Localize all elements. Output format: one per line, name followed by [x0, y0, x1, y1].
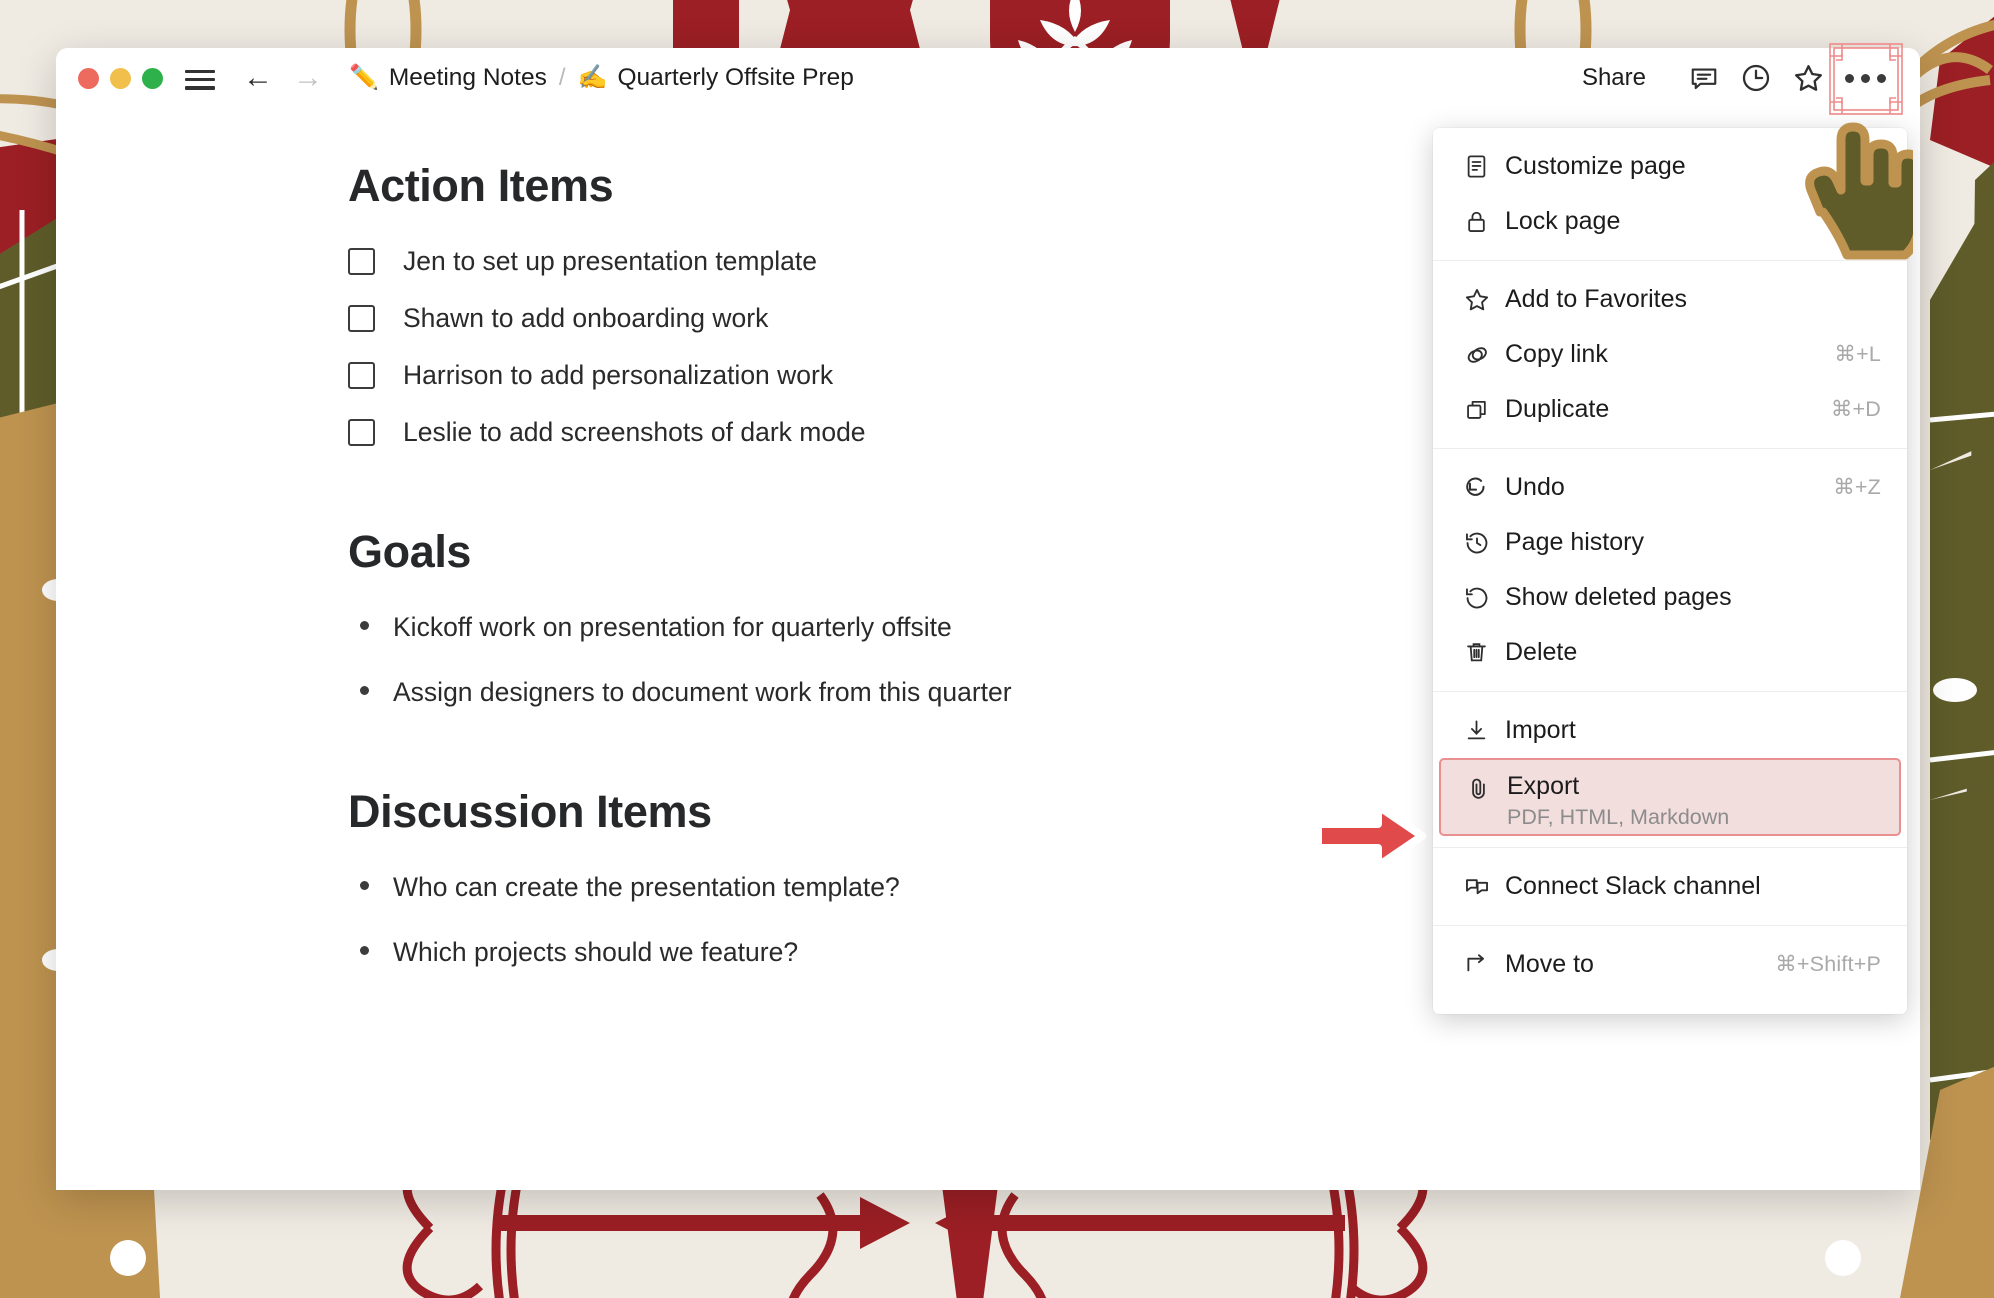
menu-item-label: Move to	[1505, 950, 1594, 978]
menu-item-label: Add to Favorites	[1505, 285, 1688, 313]
bullet-icon	[360, 621, 369, 630]
checklist-label: Harrison to add personalization work	[403, 360, 834, 390]
bullet-icon	[360, 946, 369, 955]
link-icon	[1463, 341, 1505, 369]
checkbox[interactable]	[348, 248, 375, 275]
breadcrumb-item-parent[interactable]: ✏️ Meeting Notes	[349, 64, 547, 92]
star-icon	[1463, 286, 1505, 314]
page-icon	[1463, 153, 1505, 180]
menu-item-label: Lock page	[1505, 207, 1621, 235]
lock-icon	[1463, 208, 1505, 235]
menu-item-shortcut: ⌘+Shift+P	[1775, 952, 1881, 976]
breadcrumb-separator: /	[558, 64, 566, 91]
band-dot	[1933, 678, 1977, 702]
menu-item-show-deleted-pages[interactable]: Show deleted pages	[1433, 570, 1907, 625]
breadcrumb-item-current[interactable]: ✍️ Quarterly Offsite Prep	[578, 64, 854, 92]
checkbox[interactable]	[348, 362, 375, 389]
menu-item-shortcut: ⌘+Z	[1833, 475, 1881, 499]
restore-icon	[1463, 584, 1505, 612]
paperclip-icon	[1465, 772, 1507, 802]
nav-forward-icon[interactable]: →	[287, 63, 329, 93]
menu-divider	[1433, 925, 1907, 926]
list-item-label: Which projects should we feature?	[393, 937, 799, 967]
menu-item-import[interactable]: Import	[1433, 703, 1907, 758]
checkbox[interactable]	[348, 305, 375, 332]
sidebar-toggle-icon[interactable]	[185, 65, 215, 91]
checkbox[interactable]	[348, 419, 375, 446]
star-icon[interactable]	[1782, 55, 1834, 101]
menu-divider	[1433, 691, 1907, 692]
share-button[interactable]: Share	[1568, 58, 1660, 98]
writing-hand-icon: ✍️	[577, 64, 608, 91]
list-item-label: Who can create the presentation template…	[393, 872, 900, 902]
menu-item-lock-page[interactable]: Lock page	[1433, 194, 1907, 249]
menu-divider	[1433, 448, 1907, 449]
menu-item-label: Show deleted pages	[1505, 583, 1732, 611]
menu-item-move-to[interactable]: Move to ⌘+Shift+P	[1433, 937, 1907, 992]
menu-item-label: Export	[1507, 772, 1580, 800]
close-button[interactable]	[78, 67, 99, 89]
import-icon	[1463, 717, 1505, 744]
band-dot	[110, 1240, 146, 1276]
slack-icon	[1463, 873, 1505, 901]
breadcrumb: ✏️ Meeting Notes / ✍️ Quarterly Offsite …	[349, 64, 854, 92]
menu-item-shortcut: ⌘+L	[1834, 342, 1881, 366]
bullet-icon	[360, 881, 369, 890]
menu-item-label: Copy link	[1505, 340, 1608, 368]
menu-item-label: Delete	[1505, 638, 1578, 666]
breadcrumb-parent-label: Meeting Notes	[388, 64, 547, 91]
titlebar-actions: Share	[1568, 43, 1903, 115]
trash-icon	[1463, 639, 1505, 666]
zoom-button[interactable]	[142, 67, 163, 89]
duplicate-icon	[1463, 396, 1505, 423]
page-options-menu: Customize page Lock page Add to Favorite…	[1433, 128, 1907, 1014]
ellipsis-button[interactable]	[1829, 43, 1903, 115]
band-dot	[1825, 1240, 1861, 1276]
menu-item-add-to-favorites[interactable]: Add to Favorites	[1433, 272, 1907, 327]
checklist-label: Leslie to add screenshots of dark mode	[403, 417, 866, 447]
traffic-lights	[78, 67, 163, 89]
nav-back-icon[interactable]: ←	[237, 63, 279, 93]
history-icon	[1463, 529, 1505, 557]
move-icon	[1463, 951, 1505, 979]
menu-item-copy-link[interactable]: Copy link ⌘+L	[1433, 327, 1907, 382]
menu-item-customize-page[interactable]: Customize page	[1433, 139, 1907, 194]
comment-icon[interactable]	[1678, 55, 1730, 101]
ellipsis-icon	[1844, 73, 1886, 83]
menu-item-label: Page history	[1505, 528, 1644, 556]
menu-item-duplicate[interactable]: Duplicate ⌘+D	[1433, 382, 1907, 437]
menu-divider	[1433, 847, 1907, 848]
app-window: ← → ✏️ Meeting Notes / ✍️ Quarterly Offs…	[56, 43, 1920, 1190]
menu-item-shortcut: ⌘+D	[1830, 397, 1881, 421]
menu-item-delete[interactable]: Delete	[1433, 625, 1907, 680]
breadcrumb-current-label: Quarterly Offsite Prep	[617, 64, 854, 91]
menu-item-connect-slack-channel[interactable]: Connect Slack channel	[1433, 859, 1907, 914]
list-item-label: Assign designers to document work from t…	[393, 677, 1012, 707]
menu-item-sublabel: PDF, HTML, Markdown	[1507, 805, 1730, 829]
minimize-button[interactable]	[110, 67, 131, 89]
bullet-icon	[360, 686, 369, 695]
menu-item-label: Undo	[1505, 473, 1565, 501]
undo-icon	[1463, 474, 1505, 502]
list-item-label: Kickoff work on presentation for quarter…	[393, 612, 952, 642]
pencil-icon: ✏️	[349, 64, 379, 91]
menu-item-undo[interactable]: Undo ⌘+Z	[1433, 460, 1907, 515]
checklist-label: Shawn to add onboarding work	[403, 303, 769, 333]
menu-item-label: Connect Slack channel	[1505, 872, 1761, 900]
checklist-label: Jen to set up presentation template	[403, 246, 817, 276]
menu-item-label: Duplicate	[1505, 395, 1610, 423]
window-titlebar: ← → ✏️ Meeting Notes / ✍️ Quarterly Offs…	[56, 43, 1920, 115]
menu-item-label: Customize page	[1505, 152, 1686, 180]
clock-icon[interactable]	[1730, 55, 1782, 101]
menu-item-page-history[interactable]: Page history	[1433, 515, 1907, 570]
menu-item-export[interactable]: Export PDF, HTML, Markdown	[1439, 758, 1901, 836]
menu-divider	[1433, 260, 1907, 261]
menu-item-label: Import	[1505, 716, 1576, 744]
